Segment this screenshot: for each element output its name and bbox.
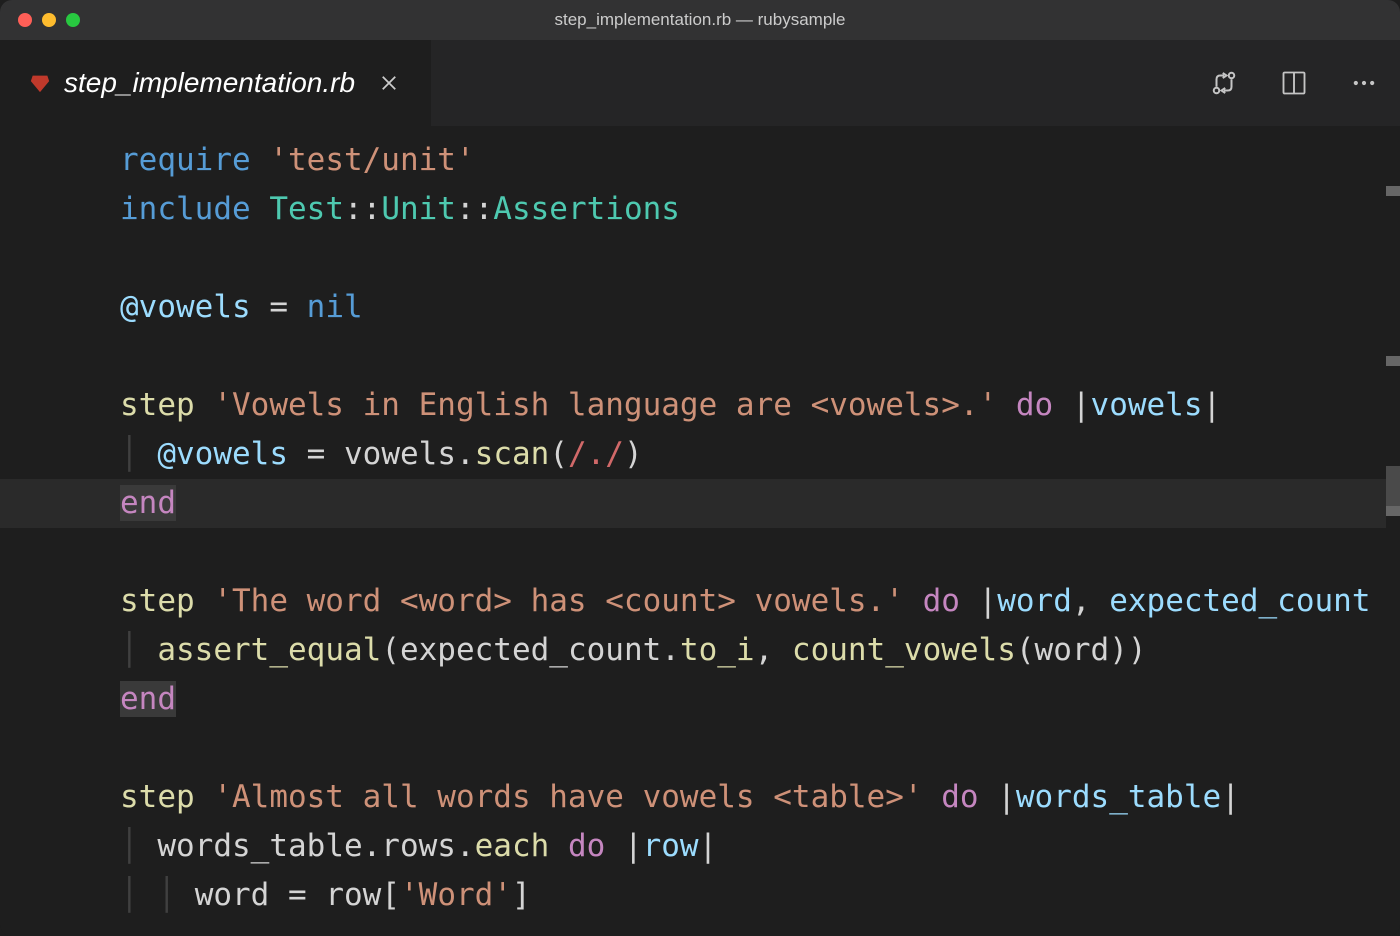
window-title: step_implementation.rb — rubysample	[554, 10, 845, 30]
more-actions-icon[interactable]	[1348, 67, 1380, 99]
code-line[interactable]	[120, 528, 1400, 577]
close-tab-button[interactable]	[375, 69, 403, 97]
editor-window: step_implementation.rb — rubysample step…	[0, 0, 1400, 936]
code-line[interactable]	[120, 332, 1400, 381]
traffic-lights	[0, 13, 80, 27]
code-line[interactable]: step 'Almost all words have vowels <tabl…	[120, 773, 1400, 822]
tab-bar: step_implementation.rb	[0, 40, 1400, 126]
maximize-window-button[interactable]	[66, 13, 80, 27]
code-line[interactable]: step 'The word <word> has <count> vowels…	[120, 577, 1400, 626]
code-line[interactable]: │ assert_equal(expected_count.to_i, coun…	[120, 626, 1400, 675]
code-line[interactable]: end	[120, 675, 1400, 724]
code-area[interactable]: require 'test/unit'include Test::Unit::A…	[0, 126, 1400, 920]
editor-actions	[1208, 40, 1380, 126]
code-line[interactable]: include Test::Unit::Assertions	[120, 185, 1400, 234]
titlebar: step_implementation.rb — rubysample	[0, 0, 1400, 40]
code-line[interactable]	[120, 724, 1400, 773]
minimize-window-button[interactable]	[42, 13, 56, 27]
code-line[interactable]: require 'test/unit'	[120, 136, 1400, 185]
close-window-button[interactable]	[18, 13, 32, 27]
ruby-file-icon	[28, 71, 52, 95]
code-line[interactable]: step 'Vowels in English language are <vo…	[120, 381, 1400, 430]
code-line[interactable]	[120, 234, 1400, 283]
compare-changes-icon[interactable]	[1208, 67, 1240, 99]
tab-step-implementation[interactable]: step_implementation.rb	[0, 40, 432, 126]
code-line[interactable]: end	[120, 479, 1400, 528]
code-editor[interactable]: require 'test/unit'include Test::Unit::A…	[0, 126, 1400, 936]
code-line[interactable]: @vowels = nil	[120, 283, 1400, 332]
code-line[interactable]: │ @vowels = vowels.scan(/./)	[120, 430, 1400, 479]
code-line[interactable]: │ │ word = row['Word']	[120, 871, 1400, 920]
split-editor-icon[interactable]	[1278, 67, 1310, 99]
code-line[interactable]: │ words_table.rows.each do |row|	[120, 822, 1400, 871]
tab-label: step_implementation.rb	[64, 67, 355, 99]
